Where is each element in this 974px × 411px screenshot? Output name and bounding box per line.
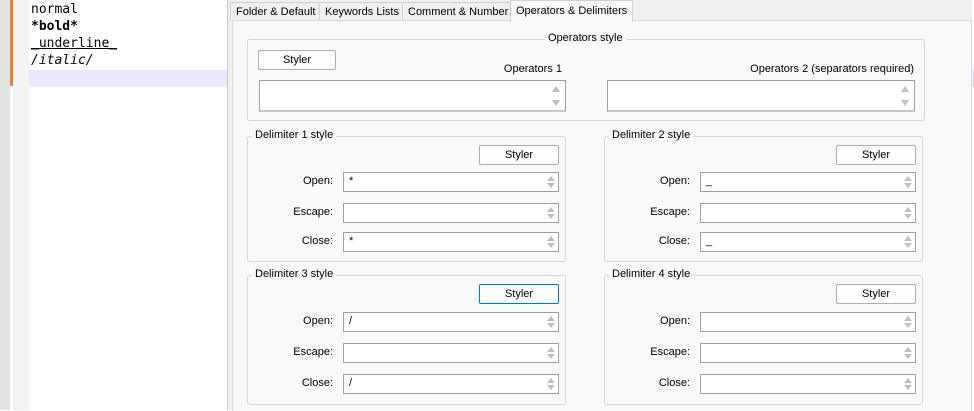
delimiter-1-legend: Delimiter 1 style bbox=[252, 129, 337, 141]
delimiter-1-close-input[interactable]: * bbox=[343, 232, 559, 252]
editor-line-3[interactable]: _underline_ bbox=[31, 35, 117, 52]
spin-icon[interactable] bbox=[901, 313, 915, 331]
operators-delimiters-panel: Operators style Styler Operators 1 Opera… bbox=[232, 20, 972, 411]
scroll-down-icon[interactable] bbox=[552, 100, 560, 106]
delimiter-1-close-value: * bbox=[349, 235, 354, 247]
delimiter-2-styler-button[interactable]: Styler bbox=[836, 145, 916, 165]
delimiter-4-escape-input[interactable] bbox=[700, 343, 916, 363]
editor-line-1[interactable]: normal bbox=[31, 1, 78, 18]
operators-style-legend: Operators style bbox=[545, 32, 626, 44]
delimiter-3-close-value: / bbox=[349, 377, 353, 389]
delimiter-2-open-label: Open: bbox=[660, 175, 690, 187]
delimiter-2-close-label: Close: bbox=[658, 235, 690, 247]
spin-icon[interactable] bbox=[544, 375, 558, 393]
delimiter-3-styler-button[interactable]: Styler bbox=[479, 284, 559, 304]
spin-icon[interactable] bbox=[544, 204, 558, 222]
fold-margin bbox=[13, 0, 29, 410]
operators-style-group: Operators style Styler Operators 1 Opera… bbox=[247, 32, 925, 121]
tab-folder-default[interactable]: Folder & Default bbox=[230, 2, 322, 21]
delimiter-1-open-value: * bbox=[349, 175, 354, 187]
tab-strip: Folder & Default Keywords Lists Comment … bbox=[228, 0, 972, 22]
scroll-up-icon[interactable] bbox=[901, 86, 909, 92]
delimiter-4-group: Delimiter 4 style Styler Open: Escape: C… bbox=[604, 268, 923, 405]
delimiter-1-escape-input[interactable] bbox=[343, 203, 559, 223]
delimiter-4-close-input[interactable] bbox=[700, 374, 916, 394]
delimiter-1-styler-button[interactable]: Styler bbox=[479, 145, 559, 165]
delimiter-3-escape-label: Escape: bbox=[293, 346, 333, 358]
spin-icon[interactable] bbox=[901, 173, 915, 191]
delimiter-4-styler-button[interactable]: Styler bbox=[836, 284, 916, 304]
spin-icon[interactable] bbox=[901, 233, 915, 251]
editor-line-4[interactable]: /italic/ bbox=[31, 52, 94, 69]
spin-icon[interactable] bbox=[544, 313, 558, 331]
user-defined-language-dialog: Folder & Default Keywords Lists Comment … bbox=[227, 0, 972, 411]
tab-keywords-lists[interactable]: Keywords Lists bbox=[319, 2, 405, 21]
operators-2-scroll[interactable] bbox=[898, 81, 914, 110]
delimiter-1-group: Delimiter 1 style Styler Open: * Escape:… bbox=[247, 129, 566, 262]
delimiter-3-legend: Delimiter 3 style bbox=[252, 268, 337, 280]
delimiter-2-legend: Delimiter 2 style bbox=[609, 129, 694, 141]
operators-1-label: Operators 1 bbox=[503, 63, 562, 75]
spin-icon[interactable] bbox=[901, 344, 915, 362]
delimiter-1-close-label: Close: bbox=[301, 235, 333, 247]
operators-2-input[interactable] bbox=[607, 80, 915, 112]
delimiter-1-escape-label: Escape: bbox=[293, 206, 333, 218]
delimiter-2-group: Delimiter 2 style Styler Open: _ Escape:… bbox=[604, 129, 923, 262]
delimiter-3-escape-input[interactable] bbox=[343, 343, 559, 363]
spin-icon[interactable] bbox=[544, 233, 558, 251]
delimiter-3-open-input[interactable]: / bbox=[343, 312, 559, 332]
operators-1-scroll[interactable] bbox=[549, 81, 565, 110]
delimiter-3-group: Delimiter 3 style Styler Open: / Escape:… bbox=[247, 268, 566, 405]
delimiter-3-open-label: Open: bbox=[303, 315, 333, 327]
delimiter-1-open-input[interactable]: * bbox=[343, 172, 559, 192]
delimiter-2-escape-input[interactable] bbox=[700, 203, 916, 223]
delimiter-2-open-value: _ bbox=[706, 175, 713, 187]
editor-line-2[interactable]: *bold* bbox=[31, 18, 78, 35]
delimiter-2-escape-label: Escape: bbox=[650, 206, 690, 218]
delimiter-1-open-label: Open: bbox=[303, 175, 333, 187]
delimiter-4-legend: Delimiter 4 style bbox=[609, 268, 694, 280]
delimiter-4-open-label: Open: bbox=[660, 315, 690, 327]
spin-icon[interactable] bbox=[544, 344, 558, 362]
delimiter-3-close-label: Close: bbox=[301, 377, 333, 389]
delimiter-2-close-value: _ bbox=[706, 235, 713, 247]
spin-icon[interactable] bbox=[901, 375, 915, 393]
spin-icon[interactable] bbox=[544, 173, 558, 191]
delimiter-4-open-input[interactable] bbox=[700, 312, 916, 332]
scroll-up-icon[interactable] bbox=[552, 86, 560, 92]
operators-1-input[interactable] bbox=[259, 80, 566, 112]
operators-styler-button[interactable]: Styler bbox=[258, 50, 336, 70]
tab-comment-number[interactable]: Comment & Number bbox=[402, 2, 515, 21]
spin-icon[interactable] bbox=[901, 204, 915, 222]
delimiter-4-escape-label: Escape: bbox=[650, 346, 690, 358]
line-number-gutter bbox=[0, 0, 10, 410]
delimiter-4-close-label: Close: bbox=[658, 377, 690, 389]
delimiter-3-close-input[interactable]: / bbox=[343, 374, 559, 394]
delimiter-2-open-input[interactable]: _ bbox=[700, 172, 916, 192]
delimiter-3-open-value: / bbox=[349, 315, 353, 327]
delimiter-2-close-input[interactable]: _ bbox=[700, 232, 916, 252]
operators-2-label: Operators 2 (separators required) bbox=[750, 63, 914, 75]
tab-operators-delimiters[interactable]: Operators & Delimiters bbox=[510, 0, 634, 22]
scroll-down-icon[interactable] bbox=[901, 100, 909, 106]
